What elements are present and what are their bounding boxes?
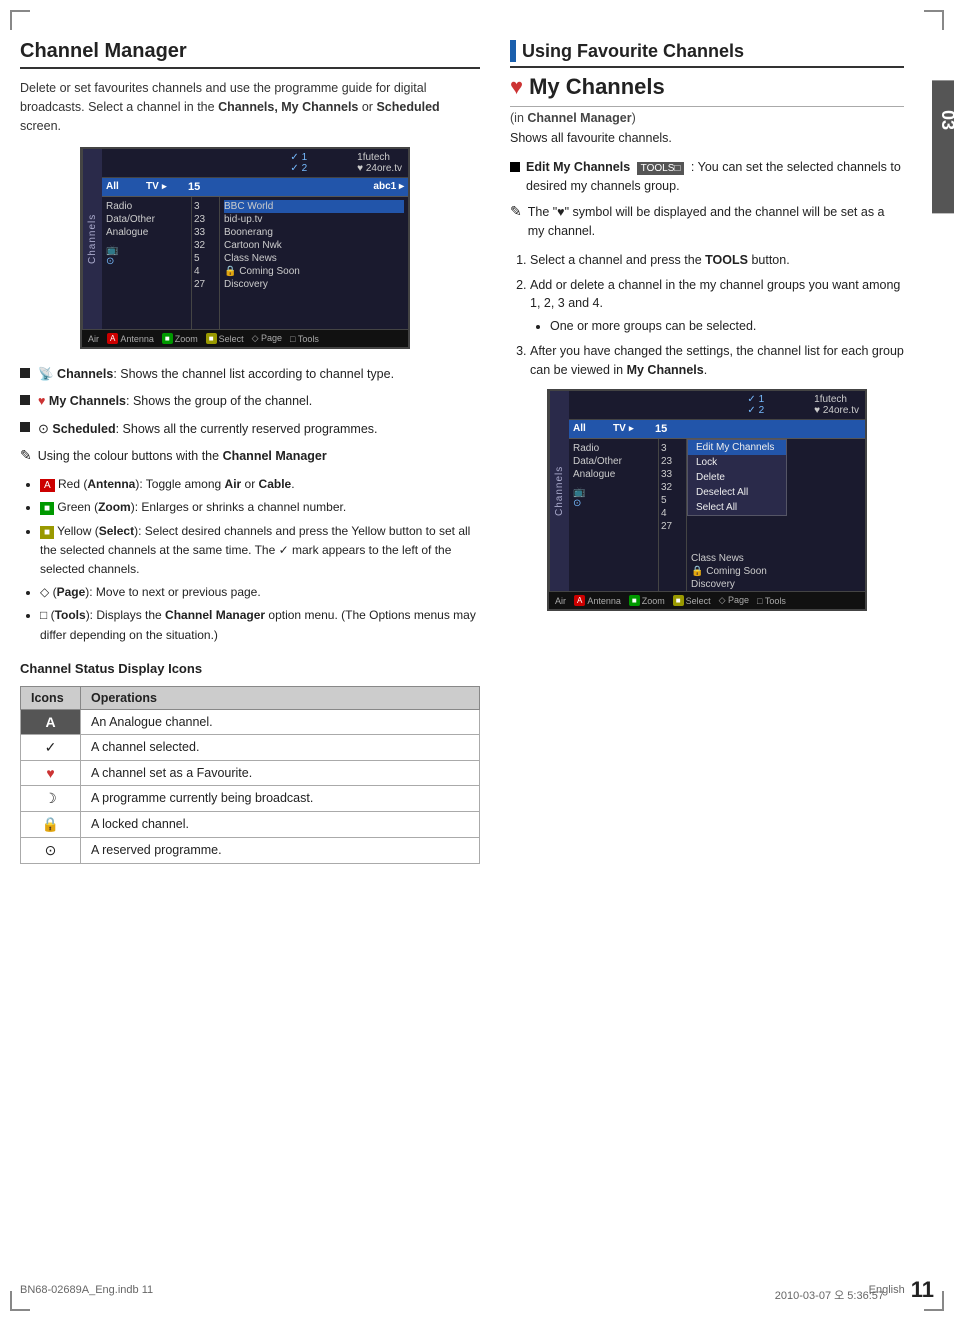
my-channels-title: My Channels	[529, 74, 665, 100]
footer-timestamp: 2010-03-07 오 5:36:57	[775, 1287, 884, 1303]
context-item-delete: Delete	[688, 470, 786, 485]
table-header-icons: Icons	[21, 686, 81, 709]
my-channels-header: ♥ My Channels	[510, 74, 904, 107]
step-2-subbullet: One or more groups can be selected.	[550, 317, 904, 336]
tools-badge: TOOLS□	[637, 162, 685, 175]
table-row: 🔒 A locked channel.	[21, 811, 480, 837]
blue-bar-icon	[510, 40, 516, 62]
footer-page-number: 11	[911, 1277, 934, 1303]
table-row: ✓ A channel selected.	[21, 734, 480, 760]
context-item-edit: Edit My Channels	[688, 440, 786, 455]
right-column: Using Favourite Channels ♥ My Channels (…	[510, 40, 934, 864]
colour-bullet-yellow: ■ Yellow (Select): Select desired channe…	[40, 522, 480, 580]
feature-bullets: 📡 Channels: Shows the channel list accor…	[20, 365, 480, 438]
table-header-operations: Operations	[81, 686, 480, 709]
tv-sidebar-2: Channels	[549, 391, 569, 591]
side-tab-number: 03	[936, 110, 954, 183]
pencil-icon: ✎	[20, 447, 32, 464]
tv-content-2: ✓ 1 ✓ 2 1futech ♥ 24ore.tv	[569, 391, 865, 591]
bullet-scheduled: ⊙ Scheduled: Shows all the currently res…	[20, 419, 480, 439]
tv-right-list-2: Class News 🔒 Coming Soon Discovery	[687, 552, 865, 591]
tv-body-2: Radio Data/Other Analogue 📺 ⊙	[569, 439, 865, 591]
icon-analogue: A	[21, 709, 81, 734]
table-title: Channel Status Display Icons	[20, 661, 480, 676]
desc-reserved: A reserved programme.	[81, 837, 480, 863]
tv-row-header-2: All TV ▸ 15	[569, 420, 865, 439]
bullet-square-2	[20, 395, 30, 405]
colour-bullet-red: A Red (Antenna): Toggle among Air or Cab…	[40, 475, 480, 494]
colour-bullet-green: ■ Green (Zoom): Enlarges or shrinks a ch…	[40, 498, 480, 517]
icon-reserved: ⊙	[21, 837, 81, 863]
one-or-more: One or more groups can be selected.	[550, 317, 904, 336]
desc-analogue: An Analogue channel.	[81, 709, 480, 734]
tv-left-list-2: Radio Data/Other Analogue 📺 ⊙	[569, 439, 659, 591]
tv-screen-1: Channels ✓ 1 ✓ 2 1futec	[80, 147, 410, 349]
step-3: After you have changed the settings, the…	[530, 342, 904, 380]
icon-broadcast: ☽	[21, 785, 81, 811]
pencil-icon-right: ✎	[510, 203, 522, 220]
right-section-title: Using Favourite Channels	[522, 41, 744, 62]
tv-numbers-1: 3 23 33 32 5 4 27	[192, 197, 220, 329]
bullet-channels: 📡 Channels: Shows the channel list accor…	[20, 365, 480, 384]
section-title-channel-manager: Channel Manager	[20, 40, 480, 69]
tv-header-1: ✓ 1 ✓ 2 1futech ♥ 24ore.tv	[102, 149, 408, 178]
context-menu: Edit My Channels Lock Delete Deselect Al…	[687, 439, 787, 516]
bullet-square-1	[20, 368, 30, 378]
tv-screen-2: Channels ✓ 1 ✓ 2 1futec	[547, 389, 867, 611]
colour-note: ✎ Using the colour buttons with the Chan…	[20, 447, 480, 466]
right-section-header: Using Favourite Channels	[510, 40, 904, 68]
shows-all-desc: Shows all favourite channels.	[510, 129, 904, 148]
table-row: ☽ A programme currently being broadcast.	[21, 785, 480, 811]
edit-bullet-square	[510, 162, 520, 172]
desc-broadcast: A programme currently being broadcast.	[81, 785, 480, 811]
table-row: A An Analogue channel.	[21, 709, 480, 734]
tv-footer-2: Air A Antenna ■ Zoom ■ Select ◇ Page □ T…	[549, 591, 865, 609]
heart-large-icon: ♥	[510, 74, 523, 100]
context-item-selectall: Select All	[688, 500, 786, 515]
tv-numbers-2: 3 23 33 32 5 4 27	[659, 439, 687, 591]
left-column: Channel Manager Delete or set favourites…	[20, 40, 480, 864]
desc-lock: A locked channel.	[81, 811, 480, 837]
bullet-my-channels: ♥ My Channels: Shows the group of the ch…	[20, 392, 480, 411]
desc-check: A channel selected.	[81, 734, 480, 760]
table-row: ♥ A channel set as a Favourite.	[21, 760, 480, 785]
colour-bullet-page: ◇ (Page): Move to next or previous page.	[40, 583, 480, 602]
icon-heart: ♥	[21, 760, 81, 785]
context-item-deselect: Deselect All	[688, 485, 786, 500]
tv-footer-1: Air A Antenna ■ Zoom ■ Select ◇ Page □ T…	[82, 329, 408, 347]
status-table: Icons Operations A An Analogue channel. …	[20, 686, 480, 864]
tv-body-1: Radio Data/Other Analogue 📺 ⊙	[102, 197, 408, 329]
steps-list: Select a channel and press the TOOLS but…	[530, 251, 904, 380]
tv-content-1: ✓ 1 ✓ 2 1futech ♥ 24ore.tv	[102, 149, 408, 329]
tv-screen-2-wrapper: Channels ✓ 1 ✓ 2 1futec	[510, 389, 904, 611]
context-item-lock: Lock	[688, 455, 786, 470]
tv-right-with-context: Edit My Channels Lock Delete Deselect Al…	[687, 439, 865, 591]
bullet-square-3	[20, 422, 30, 432]
tv-left-list-1: Radio Data/Other Analogue 📺 ⊙	[102, 197, 192, 329]
colour-bullet-tools: □ (Tools): Displays the Channel Manager …	[40, 606, 480, 644]
tv-row-header-1: All TV ▸ 15 abc1 ▸	[102, 178, 408, 197]
icon-check: ✓	[21, 734, 81, 760]
side-tab: 03 Basic Features	[932, 80, 954, 213]
footer-left-text: BN68-02689A_Eng.indb 11	[20, 1284, 153, 1296]
tv-sidebar-1: Channels	[82, 149, 102, 329]
step-2: Add or delete a channel in the my channe…	[530, 276, 904, 336]
icon-lock: 🔒	[21, 811, 81, 837]
table-row: ⊙ A reserved programme.	[21, 837, 480, 863]
tv-header-2: ✓ 1 ✓ 2 1futech ♥ 24ore.tv	[569, 391, 865, 420]
edit-bullet: Edit My Channels TOOLS□ : You can set th…	[510, 158, 904, 196]
in-channel-manager: (in Channel Manager)	[510, 111, 904, 125]
tv-screen-1-wrapper: Channels ✓ 1 ✓ 2 1futec	[80, 147, 480, 349]
colour-bullets: A Red (Antenna): Toggle among Air or Cab…	[40, 475, 480, 645]
desc-heart: A channel set as a Favourite.	[81, 760, 480, 785]
tv-right-list-1: BBC World bid-up.tv Boonerang Cartoon Nw…	[220, 197, 408, 329]
step-1: Select a channel and press the TOOLS but…	[530, 251, 904, 270]
intro-text: Delete or set favourites channels and us…	[20, 79, 480, 135]
symbol-note: ✎ The "♥" symbol will be displayed and t…	[510, 203, 904, 241]
